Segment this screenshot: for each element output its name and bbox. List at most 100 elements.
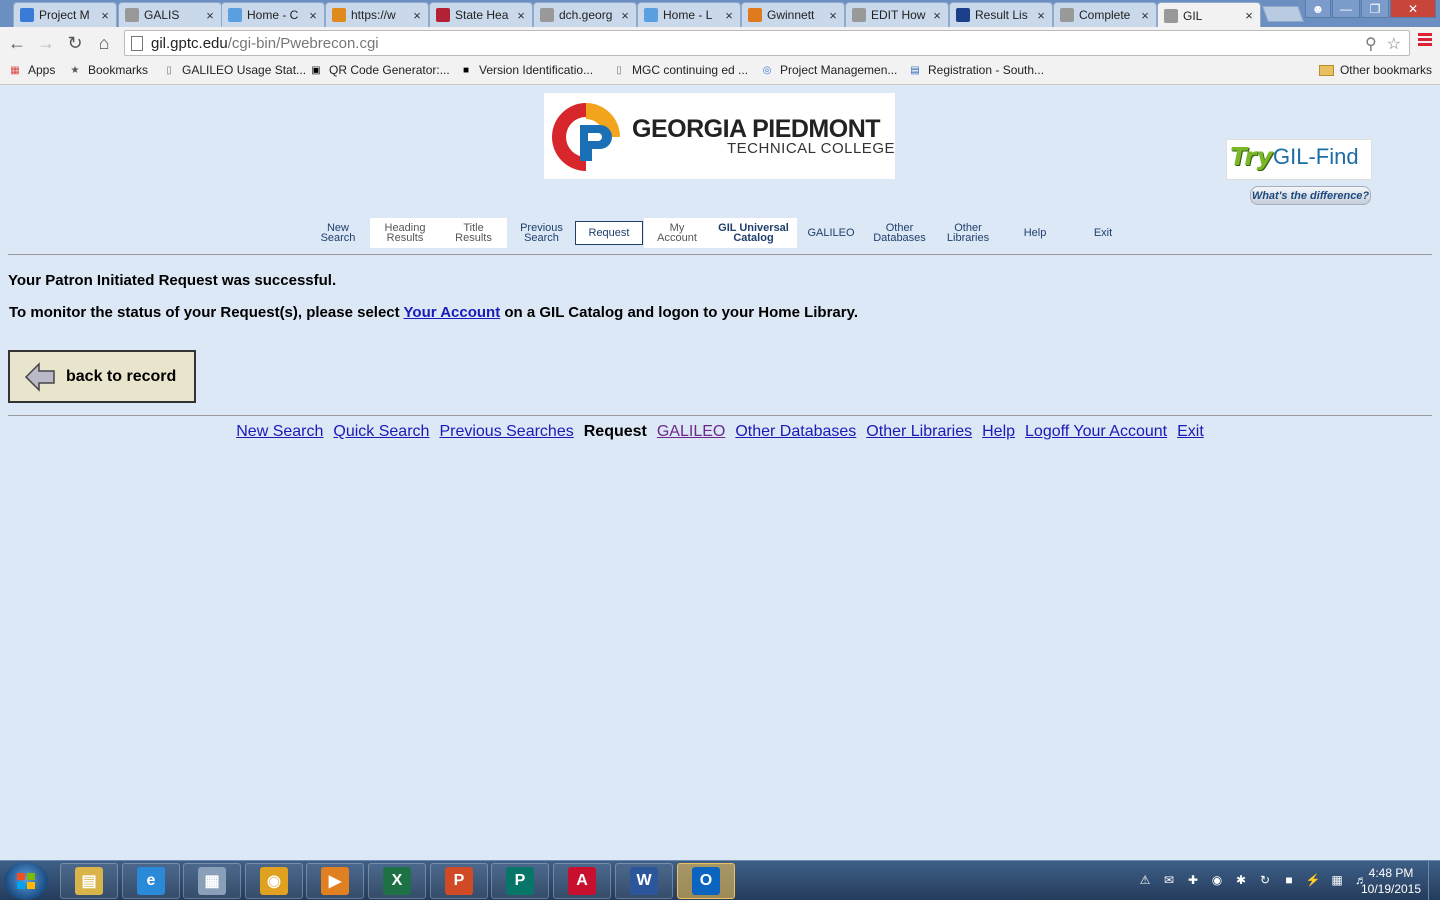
whats-the-difference-button[interactable]: What's the difference? xyxy=(1250,186,1371,205)
browser-tab[interactable]: GIL × xyxy=(1157,2,1261,27)
taskbar-outlook[interactable]: O xyxy=(677,863,735,899)
power-icon[interactable]: ⚡ xyxy=(1304,872,1322,888)
bookmark-item[interactable]: ★ Bookmarks xyxy=(68,63,149,77)
browser-tab[interactable]: Home - C × xyxy=(221,2,325,27)
sync-icon[interactable]: ↻ xyxy=(1256,872,1274,888)
reload-icon[interactable]: ↻ xyxy=(64,32,86,54)
nav-galileo[interactable]: GALILEO xyxy=(800,218,862,248)
taskbar-powerpoint[interactable]: P xyxy=(430,863,488,899)
address-bar[interactable]: gil.gptc.edu/cgi-bin/Pwebrecon.cgi ⚲ ☆ xyxy=(124,30,1410,56)
clock-date: 10/19/2015 xyxy=(1360,882,1422,896)
bluetooth-icon[interactable]: ✱ xyxy=(1232,872,1250,888)
browser-tab[interactable]: Home - L × xyxy=(637,2,741,27)
taskbar-file-explorer[interactable]: ▤ xyxy=(60,863,118,899)
back-to-record-button[interactable]: back to record xyxy=(8,350,196,403)
key-icon[interactable]: ⚲ xyxy=(1365,34,1377,54)
browser-tab[interactable]: Result Lis × xyxy=(949,2,1053,27)
chrome-icon: ◉ xyxy=(260,867,288,895)
footer-link-help[interactable]: Help xyxy=(982,423,1015,440)
nav-help[interactable]: Help xyxy=(1003,218,1067,248)
footer-link-logoff-your-account[interactable]: Logoff Your Account xyxy=(1025,423,1167,440)
device-icon[interactable]: ■ xyxy=(1280,872,1298,888)
taskbar-publisher[interactable]: P xyxy=(491,863,549,899)
close-tab-icon[interactable]: × xyxy=(1138,8,1152,23)
security-icon[interactable]: ✚ xyxy=(1184,872,1202,888)
footer-link-other-databases[interactable]: Other Databases xyxy=(735,423,856,440)
browser-tab[interactable]: https://w × xyxy=(325,2,429,27)
taskbar-word[interactable]: W xyxy=(615,863,673,899)
bookmark-item[interactable]: ▣ QR Code Generator:... xyxy=(309,63,449,77)
home-icon[interactable]: ⌂ xyxy=(93,32,115,54)
close-tab-icon[interactable]: × xyxy=(1242,8,1256,23)
publisher-icon: P xyxy=(506,867,534,895)
nav-heading-results[interactable]: Heading Results xyxy=(370,218,440,248)
bookmark-item[interactable]: ◎ Project Managemen... xyxy=(760,63,898,77)
close-tab-icon[interactable]: × xyxy=(306,8,320,23)
footer-link-previous-searches[interactable]: Previous Searches xyxy=(439,423,573,440)
taskbar-internet-explorer[interactable]: e xyxy=(122,863,180,899)
close-tab-icon[interactable]: × xyxy=(930,8,944,23)
show-desktop-button[interactable] xyxy=(1428,861,1440,900)
nav-other-libraries[interactable]: Other Libraries xyxy=(935,218,1001,248)
try-gil-find-banner[interactable]: Try GIL-Find xyxy=(1226,139,1372,180)
nav-gil-universal-catalog[interactable]: GIL Universal Catalog xyxy=(710,218,797,248)
cloud-icon xyxy=(644,8,658,22)
start-button[interactable] xyxy=(4,862,48,900)
footer-link-other-libraries[interactable]: Other Libraries xyxy=(866,423,972,440)
network-icon[interactable]: ▦ xyxy=(1328,872,1346,888)
nav-other-databases[interactable]: Other Databases xyxy=(866,218,933,248)
nav-exit[interactable]: Exit xyxy=(1071,218,1135,248)
outlook-tray-icon[interactable]: ◉ xyxy=(1208,872,1226,888)
other-bookmarks[interactable]: Other bookmarks xyxy=(1318,63,1432,77)
browser-tab[interactable]: GALIS × xyxy=(118,2,222,27)
taskbar-excel[interactable]: X xyxy=(368,863,426,899)
footer-link-new-search[interactable]: New Search xyxy=(236,423,323,440)
close-window-button[interactable]: ✕ xyxy=(1390,0,1436,18)
clock[interactable]: 4:48 PM 10/19/2015 xyxy=(1356,865,1426,897)
footer-link-quick-search[interactable]: Quick Search xyxy=(333,423,429,440)
bookmark-star-icon[interactable]: ☆ xyxy=(1387,34,1401,54)
bookmark-item[interactable]: ▦ Apps xyxy=(8,63,55,77)
nav-title-results[interactable]: Title Results xyxy=(440,218,507,248)
nav-previous-search[interactable]: Previous Search xyxy=(509,218,574,248)
forward-arrow-icon[interactable]: → xyxy=(35,32,57,54)
close-tab-icon[interactable]: × xyxy=(722,8,736,23)
bookmark-item[interactable]: ▤ Registration - South... xyxy=(908,63,1044,77)
restore-button[interactable]: ❐ xyxy=(1361,0,1389,18)
tab-title: EDIT How xyxy=(871,8,926,22)
close-tab-icon[interactable]: × xyxy=(514,8,528,23)
bookmark-item[interactable]: ▯ MGC continuing ed ... xyxy=(612,63,748,77)
close-tab-icon[interactable]: × xyxy=(98,8,112,23)
browser-tab[interactable]: Project M × xyxy=(13,2,117,27)
bookmark-item[interactable]: ■ Version Identificatio... xyxy=(459,63,593,77)
close-tab-icon[interactable]: × xyxy=(410,8,424,23)
nav-my-account[interactable]: My Account xyxy=(644,218,710,248)
browser-tab[interactable]: Complete × xyxy=(1053,2,1157,27)
back-arrow-icon[interactable]: ← xyxy=(6,32,28,54)
close-tab-icon[interactable]: × xyxy=(826,8,840,23)
browser-tab[interactable]: dch.georg × xyxy=(533,2,637,27)
browser-tab[interactable]: State Hea × xyxy=(429,2,533,27)
close-tab-icon[interactable]: × xyxy=(618,8,632,23)
footer-link-galileo[interactable]: GALILEO xyxy=(657,423,725,440)
bookmark-item[interactable]: ▯ GALILEO Usage Stat... xyxy=(162,63,306,77)
apps-icon: ▦ xyxy=(10,64,20,76)
taskbar-media-player[interactable]: ▶ xyxy=(306,863,364,899)
taskbar-chrome[interactable]: ◉ xyxy=(245,863,303,899)
mail-icon[interactable]: ✉ xyxy=(1160,872,1178,888)
browser-tab[interactable]: Gwinnett × xyxy=(741,2,845,27)
taskbar-acrobat[interactable]: A xyxy=(553,863,611,899)
browser-tab[interactable]: EDIT How × xyxy=(845,2,949,27)
nav-new-search[interactable]: New Search xyxy=(311,218,365,248)
chrome-menu-icon[interactable] xyxy=(1418,33,1432,48)
new-tab-button[interactable] xyxy=(1262,6,1304,22)
your-account-link[interactable]: Your Account xyxy=(404,304,501,321)
footer-link-exit[interactable]: Exit xyxy=(1177,423,1204,440)
taskbar-calculator[interactable]: ▦ xyxy=(183,863,241,899)
network-warning-icon[interactable]: ⚠ xyxy=(1136,872,1154,888)
close-tab-icon[interactable]: × xyxy=(203,8,217,23)
close-tab-icon[interactable]: × xyxy=(1034,8,1048,23)
nav-request[interactable]: Request xyxy=(575,221,643,245)
minimize-button[interactable]: — xyxy=(1332,0,1360,18)
profile-icon[interactable]: ☻ xyxy=(1305,0,1331,18)
